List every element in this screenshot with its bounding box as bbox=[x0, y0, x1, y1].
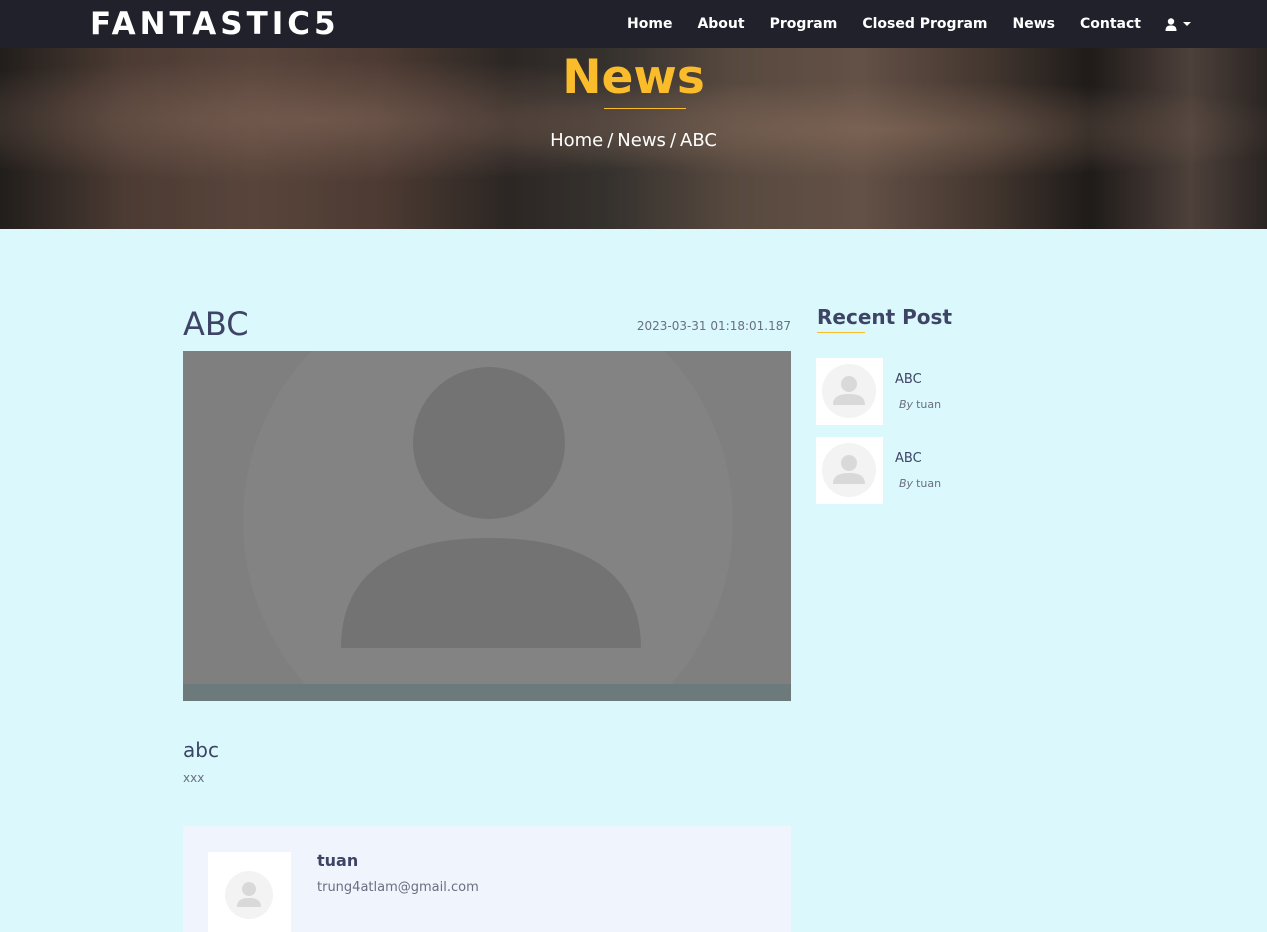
recent-post-author: By tuan bbox=[899, 477, 941, 490]
recent-post-item[interactable]: ABC By tuan bbox=[816, 437, 1016, 504]
avatar-placeholder-icon bbox=[822, 364, 876, 418]
recent-post-thumbnail[interactable] bbox=[816, 358, 883, 425]
nav-links: Home About Program Closed Program News C… bbox=[602, 0, 1191, 48]
recent-post-thumbnail[interactable] bbox=[816, 437, 883, 504]
image-caption-band bbox=[183, 684, 791, 701]
recent-post-title[interactable]: ABC bbox=[895, 372, 922, 387]
page-title: News bbox=[562, 50, 705, 105]
user-icon bbox=[1165, 17, 1177, 31]
nav-link-closed-program[interactable]: Closed Program bbox=[862, 0, 987, 48]
page-hero: News Home / News / ABC bbox=[0, 48, 1267, 229]
nav-link-about[interactable]: About bbox=[697, 0, 744, 48]
recent-post-item[interactable]: ABC By tuan bbox=[816, 358, 1016, 425]
breadcrumb-separator: / bbox=[669, 130, 677, 151]
author-email[interactable]: trung4atlam@gmail.com bbox=[317, 880, 479, 895]
post-body: xxx bbox=[183, 771, 205, 785]
recent-post-heading: Recent Post bbox=[817, 305, 953, 329]
avatar-placeholder-icon bbox=[822, 443, 876, 497]
breadcrumb-current: ABC bbox=[680, 130, 717, 151]
author-name: tuan bbox=[317, 851, 359, 870]
breadcrumb-news[interactable]: News bbox=[617, 130, 666, 151]
nav-link-program[interactable]: Program bbox=[770, 0, 838, 48]
nav-link-contact[interactable]: Contact bbox=[1080, 0, 1141, 48]
post-subtitle: abc bbox=[183, 738, 219, 762]
avatar-placeholder-icon bbox=[225, 871, 273, 919]
brand-logo[interactable]: FANTASTIC5 bbox=[90, 5, 340, 43]
user-menu-dropdown[interactable] bbox=[1165, 17, 1191, 31]
author-name: tuan bbox=[916, 398, 942, 411]
breadcrumb-home[interactable]: Home bbox=[550, 130, 603, 151]
breadcrumb: Home / News / ABC bbox=[0, 128, 1267, 154]
navbar: FANTASTIC5 Home About Program Closed Pro… bbox=[0, 0, 1267, 48]
author-name: tuan bbox=[916, 477, 942, 490]
avatar-placeholder-icon bbox=[243, 351, 733, 701]
nav-link-home[interactable]: Home bbox=[627, 0, 672, 48]
author-avatar bbox=[208, 852, 291, 932]
breadcrumb-separator: / bbox=[607, 130, 614, 151]
title-underline bbox=[604, 108, 686, 109]
recent-post-underline bbox=[817, 332, 865, 333]
by-label: By bbox=[899, 398, 914, 411]
author-box: tuan trung4atlam@gmail.com bbox=[183, 826, 791, 932]
by-label: By bbox=[899, 477, 914, 490]
recent-post-title[interactable]: ABC bbox=[895, 451, 922, 466]
chevron-down-icon bbox=[1183, 22, 1191, 26]
post-image bbox=[183, 351, 791, 701]
post-date: 2023-03-31 01:18:01.187 bbox=[636, 319, 791, 333]
post-title: ABC bbox=[183, 305, 249, 343]
nav-link-news[interactable]: News bbox=[1013, 0, 1055, 48]
recent-post-author: By tuan bbox=[899, 398, 941, 411]
